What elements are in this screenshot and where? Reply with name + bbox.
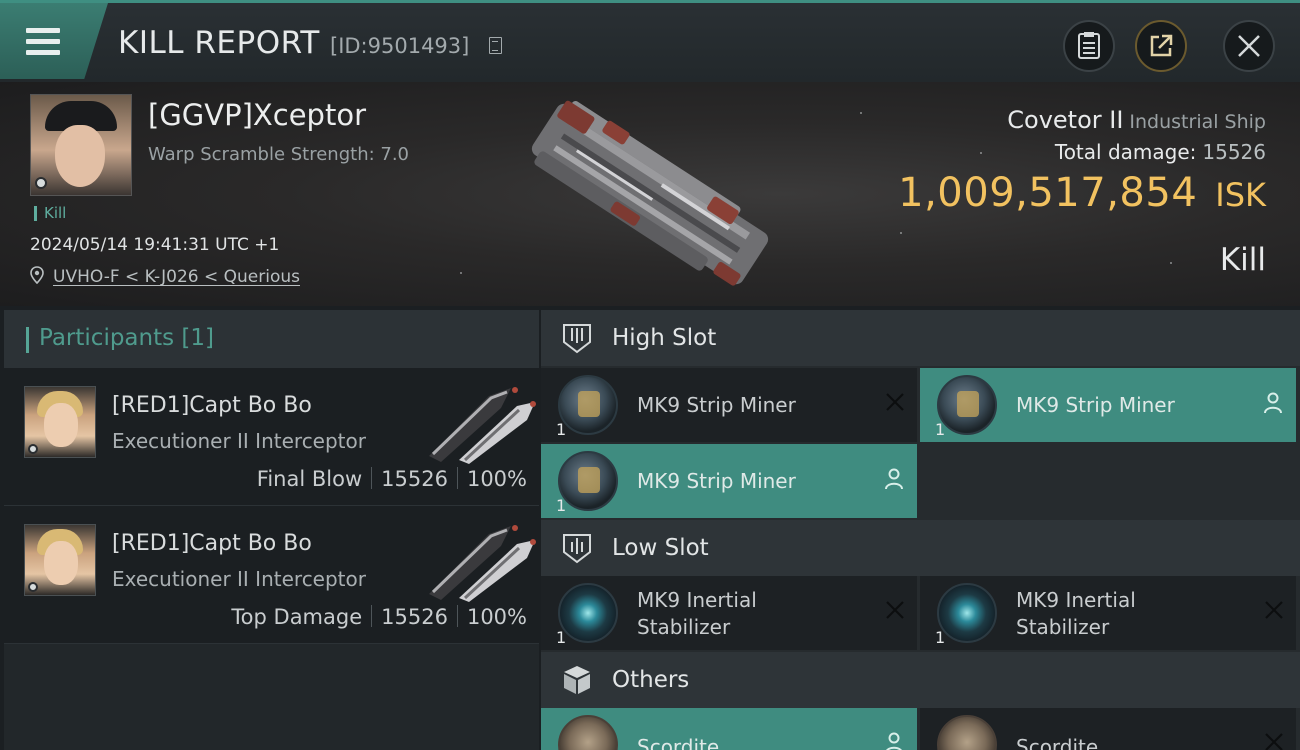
inertial-stabilizer-icon — [937, 583, 997, 643]
scordite-ore-icon — [937, 715, 997, 750]
participant-ship-image — [429, 387, 536, 464]
victim-header: [GGVP]Xceptor Warp Scramble Strength: 7.… — [0, 82, 1300, 306]
isk-value: 1,009,517,854 ISK — [898, 170, 1266, 216]
location-pin-icon — [30, 266, 44, 284]
fitting-panel: High Slot 1 MK9 Strip Miner 1 MK9 Strip … — [541, 310, 1300, 750]
destroyed-icon — [886, 393, 904, 411]
participant-percent: 100% — [466, 605, 527, 629]
kill-tag: Kill — [34, 206, 66, 221]
module-quantity: 1 — [556, 420, 567, 439]
victim-name[interactable]: [GGVP]Xceptor — [148, 98, 366, 132]
module-quantity: 1 — [556, 496, 567, 515]
module-name: MK9 Strip Miner — [1016, 393, 1175, 417]
notes-icon — [1078, 32, 1100, 59]
module-quantity: 1 — [935, 628, 946, 647]
victim-ship-image — [531, 100, 769, 286]
corp-icon — [28, 444, 38, 454]
participants-panel: Participants [1] [RED1]Capt Bo Bo Execut… — [4, 310, 539, 750]
strip-miner-icon — [937, 375, 997, 435]
kill-result: Kill — [1219, 242, 1266, 278]
module-item[interactable]: 1 MK9 Inertial Stabilizer — [920, 576, 1296, 650]
participants-title: Participants [1] — [39, 325, 214, 351]
module-name: MK9 Inertial Stabilizer — [637, 588, 757, 639]
low-slot-header: Low Slot — [541, 520, 1300, 576]
isk-amount: 1,009,517,854 — [898, 170, 1198, 216]
module-name: Scordite — [1016, 735, 1099, 750]
participant-avatar[interactable] — [24, 524, 96, 596]
inertial-stabilizer-icon — [558, 583, 618, 643]
module-item[interactable]: 1 MK9 Strip Miner — [541, 444, 917, 518]
close-icon — [1238, 35, 1260, 57]
page-title: KILL REPORT — [118, 25, 320, 61]
participant-damage: 15526 — [381, 605, 448, 629]
destroyed-icon — [886, 601, 904, 619]
menu-button[interactable] — [0, 3, 108, 79]
high-slot-header: High Slot — [541, 310, 1300, 366]
participant-stats: Top Damage 15526 100% — [231, 605, 527, 629]
dropped-person-icon — [1264, 392, 1282, 414]
cargo-box-icon — [564, 666, 590, 694]
module-item[interactable]: 1 MK9 Strip Miner — [920, 368, 1296, 442]
notes-button[interactable] — [1063, 20, 1115, 72]
module-item[interactable]: Scordite — [541, 708, 917, 750]
close-button[interactable] — [1223, 20, 1275, 72]
others-header: Others — [541, 652, 1300, 708]
participant-percent: 100% — [466, 467, 527, 491]
participant-ship: Executioner II Interceptor — [112, 429, 366, 453]
strip-miner-icon — [558, 375, 618, 435]
corp-icon — [35, 177, 47, 189]
ship-name[interactable]: Covetor II — [1007, 106, 1123, 134]
copy-icon[interactable] — [489, 37, 502, 54]
low-slot-icon — [563, 534, 591, 564]
report-id: [ID:9501493] — [330, 34, 470, 58]
total-damage: Total damage: 15526 — [1055, 140, 1266, 164]
participant-row[interactable]: [RED1]Capt Bo Bo Executioner II Intercep… — [4, 506, 539, 644]
participant-name[interactable]: [RED1]Capt Bo Bo — [112, 393, 312, 418]
high-slot-title: High Slot — [612, 325, 717, 351]
participant-role: Top Damage — [231, 605, 363, 629]
participant-avatar[interactable] — [24, 386, 96, 458]
victim-avatar[interactable] — [30, 94, 132, 196]
total-damage-label: Total damage: — [1054, 140, 1197, 164]
destroyed-icon — [1265, 733, 1283, 750]
participant-role: Final Blow — [256, 467, 363, 491]
participant-damage: 15526 — [381, 467, 448, 491]
module-quantity: 1 — [556, 628, 567, 647]
participant-row[interactable]: [RED1]Capt Bo Bo Executioner II Intercep… — [4, 368, 539, 506]
isk-unit: ISK — [1215, 176, 1266, 214]
destroyed-icon — [1265, 601, 1283, 619]
module-name: Scordite — [637, 735, 720, 750]
others-title: Others — [612, 667, 690, 693]
participant-ship-image — [429, 525, 536, 602]
ship-info: Covetor II Industrial Ship — [1007, 106, 1266, 134]
warp-scramble-strength: Warp Scramble Strength: 7.0 — [148, 144, 410, 165]
module-name: MK9 Strip Miner — [637, 393, 796, 417]
module-quantity: 1 — [935, 420, 946, 439]
scordite-ore-icon — [558, 715, 618, 750]
location-link[interactable]: UVHO-F < K-J026 < Querious — [53, 267, 300, 287]
ship-class: Industrial Ship — [1129, 111, 1266, 133]
kill-timestamp: 2024/05/14 19:41:31 UTC +1 — [30, 235, 280, 255]
participant-ship: Executioner II Interceptor — [112, 567, 366, 591]
module-name: MK9 Inertial Stabilizer — [1016, 588, 1136, 639]
corp-icon — [28, 582, 38, 592]
share-button[interactable] — [1135, 20, 1187, 72]
participants-header: Participants [1] — [4, 310, 539, 368]
dropped-person-icon — [885, 468, 903, 490]
strip-miner-icon — [558, 451, 618, 511]
module-item[interactable]: 1 MK9 Strip Miner — [541, 368, 917, 442]
share-icon — [1150, 34, 1173, 57]
module-item[interactable]: Scordite — [920, 708, 1296, 750]
total-damage-value: 15526 — [1202, 140, 1266, 164]
participant-name[interactable]: [RED1]Capt Bo Bo — [112, 531, 312, 556]
participant-stats: Final Blow 15526 100% — [257, 467, 527, 491]
low-slot-title: Low Slot — [612, 535, 709, 561]
module-item[interactable]: 1 MK9 Inertial Stabilizer — [541, 576, 917, 650]
dropped-person-icon — [886, 732, 902, 750]
module-name: MK9 Strip Miner — [637, 469, 796, 493]
top-bar: KILL REPORT [ID:9501493] — [0, 0, 1300, 82]
high-slot-icon — [563, 324, 591, 354]
